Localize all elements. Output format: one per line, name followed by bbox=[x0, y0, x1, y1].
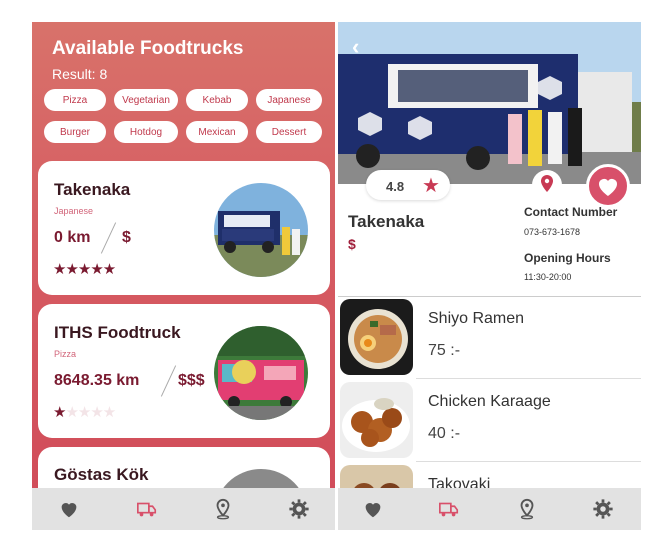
star-icon: ★ bbox=[422, 175, 440, 197]
divider bbox=[100, 222, 117, 254]
bottom-nav bbox=[32, 488, 335, 530]
filter-chip-vegetarian[interactable]: Vegetarian bbox=[114, 89, 178, 111]
contact-label: Contact Number bbox=[524, 205, 618, 219]
truck-card-iths-foodtruck[interactable]: ITHS Foodtruck Pizza 8648.35 km $$$ ★★★★… bbox=[38, 304, 330, 438]
map-pin-icon bbox=[541, 175, 553, 192]
foodtruck-detail-screen: ‹ 4.8 ★ Takenaka $ Contact Number 073-67… bbox=[338, 22, 641, 530]
hero-image bbox=[338, 22, 641, 184]
truck-price: $ bbox=[122, 229, 131, 246]
heart-icon[interactable] bbox=[58, 498, 80, 520]
bottom-nav bbox=[338, 488, 641, 530]
location-button[interactable] bbox=[532, 170, 562, 200]
dish-price: 40 :- bbox=[428, 425, 461, 442]
dish-photo bbox=[340, 299, 413, 375]
menu-item-shiyo-ramen[interactable]: Shiyo Ramen 75 :- bbox=[338, 297, 641, 379]
rating-stars: ★★★★★ bbox=[53, 261, 116, 278]
dish-photo bbox=[340, 382, 413, 458]
truck-icon[interactable] bbox=[438, 498, 460, 520]
truck-category: Japanese bbox=[54, 206, 94, 216]
filter-chip-pizza[interactable]: Pizza bbox=[44, 89, 106, 111]
truck-card-takenaka[interactable]: Takenaka Japanese 0 km $ ★★★★★ bbox=[38, 161, 330, 295]
foodtruck-list-screen: Available Foodtrucks Result: 8 Pizza Veg… bbox=[32, 22, 335, 530]
truck-category: Pizza bbox=[54, 349, 77, 359]
truck-price: $$$ bbox=[178, 372, 205, 389]
filter-chip-kebab[interactable]: Kebab bbox=[186, 89, 248, 111]
truck-icon[interactable] bbox=[136, 498, 158, 520]
truck-name: Takenaka bbox=[348, 212, 425, 231]
opening-hours: 11:30-20:00 bbox=[524, 272, 572, 282]
filter-chip-mexican[interactable]: Mexican bbox=[186, 121, 248, 143]
back-arrow-icon[interactable]: ‹ bbox=[352, 34, 359, 60]
truck-name: Göstas Kök bbox=[54, 465, 149, 484]
heart-icon bbox=[599, 179, 617, 196]
rating-badge: 4.8 ★ bbox=[366, 170, 450, 200]
truck-distance: 8648.35 km bbox=[54, 372, 140, 389]
rating-stars: ★★★★★ bbox=[53, 404, 116, 421]
gear-icon[interactable] bbox=[288, 498, 310, 520]
menu-item-chicken-karaage[interactable]: Chicken Karaage 40 :- bbox=[338, 380, 641, 462]
divider bbox=[416, 378, 641, 379]
hours-label: Opening Hours bbox=[524, 251, 611, 265]
gear-icon[interactable] bbox=[592, 498, 614, 520]
truck-photo bbox=[214, 326, 308, 420]
truck-name: ITHS Foodtruck bbox=[54, 323, 181, 342]
filter-chip-dessert[interactable]: Dessert bbox=[256, 121, 322, 143]
filter-chip-burger[interactable]: Burger bbox=[44, 121, 106, 143]
filter-chip-hotdog[interactable]: Hotdog bbox=[114, 121, 178, 143]
truck-photo bbox=[214, 183, 308, 277]
truck-name: Takenaka bbox=[54, 180, 131, 199]
dish-name: Chicken Karaage bbox=[428, 393, 551, 410]
dish-name: Shiyo Ramen bbox=[428, 310, 525, 327]
rating-value: 4.8 bbox=[386, 179, 405, 194]
truck-price: $ bbox=[348, 236, 356, 252]
filter-chip-japanese[interactable]: Japanese bbox=[256, 89, 322, 111]
contact-number[interactable]: 073-673-1678 bbox=[524, 227, 580, 237]
heart-icon[interactable] bbox=[362, 498, 384, 520]
dish-price: 75 :- bbox=[428, 342, 461, 359]
map-pin-icon[interactable] bbox=[516, 498, 538, 520]
map-pin-icon[interactable] bbox=[212, 498, 234, 520]
truck-distance: 0 km bbox=[54, 229, 91, 246]
divider bbox=[416, 461, 641, 462]
result-count: Result: 8 bbox=[52, 66, 108, 82]
page-title: Available Foodtrucks bbox=[52, 38, 244, 59]
favorite-button[interactable] bbox=[586, 164, 630, 208]
divider bbox=[160, 365, 177, 397]
